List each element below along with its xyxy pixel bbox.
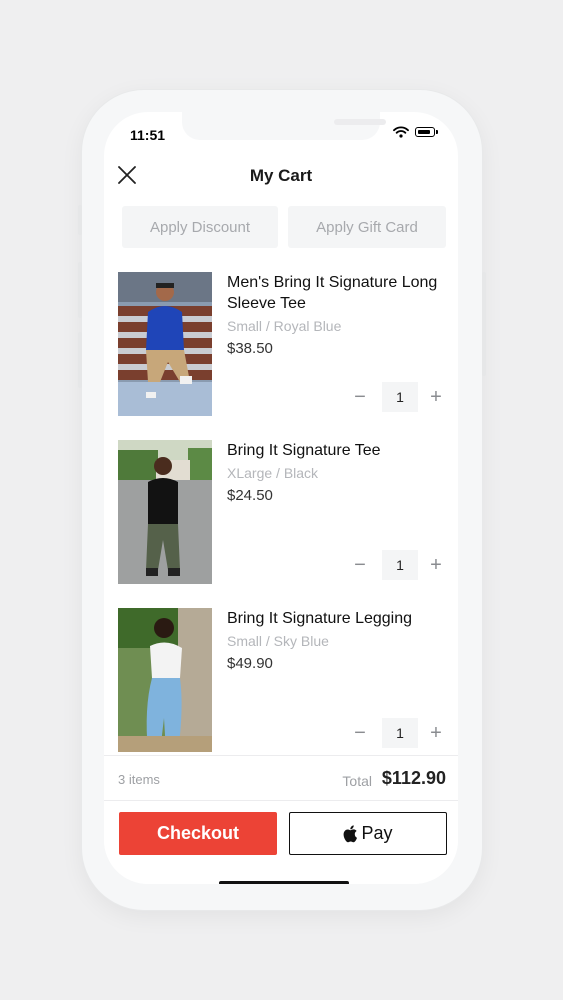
product-image[interactable] [118,272,212,416]
product-name[interactable]: Men's Bring It Signature Long Sleeve Tee [227,272,452,314]
minus-icon[interactable]: − [348,718,372,748]
quantity-value[interactable]: 1 [382,718,418,748]
items-count: 3 items [118,772,160,787]
wifi-icon [393,126,409,138]
cart-item: Bring It Signature Legging Small / Sky B… [118,608,448,752]
phone-power-button [482,272,486,376]
product-name[interactable]: Bring It Signature Tee [227,440,452,461]
status-time: 11:51 [130,127,166,143]
notch [182,112,386,140]
minus-icon[interactable]: − [348,550,372,580]
speaker [334,119,386,125]
product-name[interactable]: Bring It Signature Legging [227,608,452,629]
phone-side-button [78,205,82,235]
apple-pay-label: Pay [361,823,393,843]
cart-item: Men's Bring It Signature Long Sleeve Tee… [118,272,448,416]
product-variant: Small / Royal Blue [227,318,342,334]
phone-volume-up [78,262,82,318]
header: My Cart [104,156,458,196]
plus-icon[interactable]: + [424,718,448,748]
battery-icon [415,127,435,137]
product-image[interactable] [118,440,212,584]
screen: 11:51 My Cart Apply Discount Apply Gift … [104,112,458,884]
cart-footer: 3 items Total $112.90 Checkout Pay [104,755,458,884]
apple-pay-button[interactable]: Pay [289,812,447,855]
quantity-stepper: − 1 + [348,718,448,748]
checkout-button[interactable]: Checkout [119,812,277,855]
product-price: $24.50 [227,487,273,504]
product-image[interactable] [118,608,212,752]
product-price: $38.50 [227,340,273,357]
quantity-stepper: − 1 + [348,382,448,412]
apple-logo-icon [344,825,358,843]
quantity-value[interactable]: 1 [382,382,418,412]
cart-item: Bring It Signature Tee XLarge / Black $2… [118,440,448,584]
quantity-value[interactable]: 1 [382,550,418,580]
product-variant: XLarge / Black [227,465,319,481]
battery-tip [436,130,438,134]
total-label: Total [342,773,372,789]
divider [104,800,458,801]
total-value: $112.90 [381,768,446,788]
minus-icon[interactable]: − [348,382,372,412]
quantity-stepper: − 1 + [348,550,448,580]
apply-gift-card-button[interactable]: Apply Gift Card [288,206,446,248]
apply-discount-button[interactable]: Apply Discount [122,206,278,248]
product-price: $49.90 [227,655,273,672]
status-icons [393,126,438,138]
plus-icon[interactable]: + [424,382,448,412]
phone-volume-down [78,332,82,388]
product-variant: Small / Sky Blue [227,633,329,649]
plus-icon[interactable]: + [424,550,448,580]
home-indicator[interactable] [219,881,349,884]
page-title: My Cart [249,166,313,185]
